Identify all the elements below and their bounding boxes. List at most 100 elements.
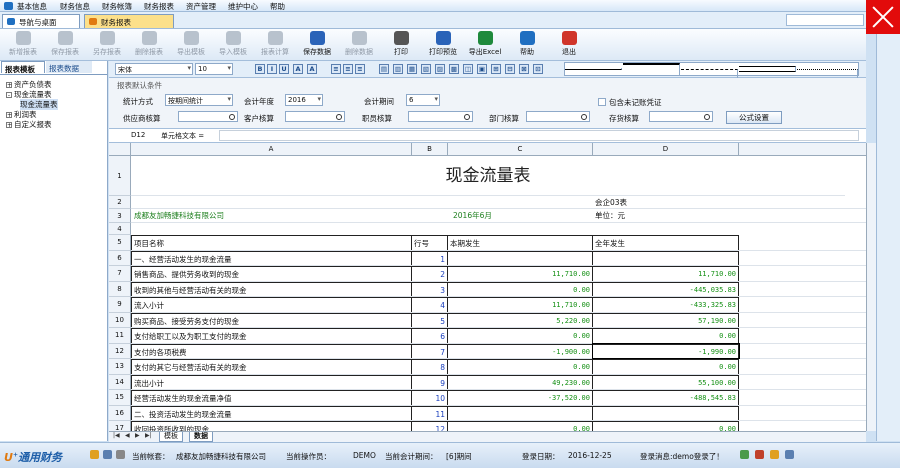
- row-header[interactable]: 8: [109, 281, 131, 297]
- last-sheet-icon[interactable]: ▶|: [145, 432, 152, 439]
- format-button-11[interactable]: ▧: [421, 64, 431, 74]
- table-cell[interactable]: 二、投资活动发生的现金流量: [131, 405, 412, 420]
- table-header-cell[interactable]: 本期发生: [448, 235, 593, 250]
- toolbar-button-7[interactable]: 保存数据: [296, 31, 338, 60]
- toolbar-button-11[interactable]: 导出Excel: [464, 31, 506, 60]
- table-cell[interactable]: [593, 250, 739, 265]
- format-button-9[interactable]: ▥: [393, 64, 403, 74]
- department-input[interactable]: [526, 111, 590, 122]
- row-header[interactable]: 12: [109, 343, 131, 359]
- format-button-12[interactable]: ▨: [435, 64, 445, 74]
- row-header[interactable]: 3: [109, 209, 131, 223]
- menu-finance-books[interactable]: 财务帐簿: [102, 1, 132, 12]
- table-cell[interactable]: 12: [412, 421, 448, 431]
- company-name[interactable]: 成都友加畅捷科技有限公司: [132, 209, 226, 222]
- table-cell[interactable]: 10: [412, 390, 448, 405]
- first-sheet-icon[interactable]: |◀: [113, 432, 120, 439]
- table-cell[interactable]: 支付给职工以及为职工支付的现金: [131, 328, 412, 343]
- top-search-input[interactable]: [786, 14, 864, 26]
- menu-finance-reports[interactable]: 财务报表: [144, 1, 174, 12]
- table-cell[interactable]: 支付的其它与经营活动有关的现金: [131, 359, 412, 374]
- table-cell[interactable]: 0.00: [448, 281, 593, 296]
- toolbar-button-2[interactable]: 另存报表: [86, 31, 128, 60]
- table-cell[interactable]: 57,190.00: [593, 312, 739, 327]
- report-title[interactable]: 现金流量表: [131, 156, 845, 196]
- column-b[interactable]: B: [412, 143, 448, 156]
- table-cell[interactable]: 购买商品、接受劳务支付的现金: [131, 312, 412, 327]
- table-cell[interactable]: 0.00: [448, 328, 593, 343]
- toolbar-button-0[interactable]: 新增报表: [2, 31, 44, 60]
- row-header[interactable]: 16: [109, 405, 131, 421]
- calendar-icon[interactable]: [103, 450, 112, 459]
- table-cell[interactable]: 49,230.00: [448, 374, 593, 389]
- format-button-19[interactable]: ⊡: [533, 64, 543, 74]
- menu-finance-info[interactable]: 财务信息: [60, 1, 90, 12]
- border-option[interactable]: [565, 68, 622, 70]
- row-header[interactable]: 17: [109, 421, 131, 431]
- tree-expander-icon[interactable]: +: [6, 82, 12, 89]
- menu-asset-management[interactable]: 资产管理: [186, 1, 216, 12]
- toolbar-button-6[interactable]: 报表计算: [254, 31, 296, 60]
- format-button-14[interactable]: ◫: [463, 64, 473, 74]
- table-cell[interactable]: 0.00: [593, 328, 739, 343]
- stat-method-select[interactable]: 按期间统计: [165, 94, 233, 106]
- tree-expander-icon[interactable]: +: [6, 112, 12, 119]
- row-header[interactable]: 2: [109, 196, 131, 209]
- table-cell[interactable]: 3: [412, 281, 448, 296]
- format-button-10[interactable]: ▦: [407, 64, 417, 74]
- format-button-13[interactable]: ▩: [449, 64, 459, 74]
- format-button-2[interactable]: U: [279, 64, 289, 74]
- table-cell[interactable]: 5,220.00: [448, 312, 593, 327]
- period-select[interactable]: 6: [406, 94, 440, 106]
- sheet-tab-data[interactable]: 数据: [189, 432, 213, 442]
- format-button-6[interactable]: ≡: [343, 64, 353, 74]
- close-icon[interactable]: [866, 0, 900, 34]
- toolbar-button-4[interactable]: 导出模板: [170, 31, 212, 60]
- border-option[interactable]: [739, 66, 796, 72]
- table-cell[interactable]: 收回投资所收到的现金: [131, 421, 412, 431]
- tree-expander-icon[interactable]: +: [6, 122, 12, 129]
- format-button-4[interactable]: A: [307, 64, 317, 74]
- supplier-input[interactable]: [178, 111, 238, 122]
- table-cell[interactable]: 一、经营活动发生的现金流量: [131, 250, 412, 265]
- row-header[interactable]: 9: [109, 297, 131, 313]
- table-cell[interactable]: 1: [412, 250, 448, 265]
- table-cell[interactable]: 11: [412, 405, 448, 420]
- table-cell[interactable]: 5: [412, 312, 448, 327]
- format-button-8[interactable]: ▤: [379, 64, 389, 74]
- row-header[interactable]: 15: [109, 390, 131, 406]
- tree-expander-icon[interactable]: -: [6, 92, 12, 99]
- table-cell[interactable]: 55,100.00: [593, 374, 739, 389]
- row-header[interactable]: 13: [109, 359, 131, 375]
- format-button-3[interactable]: A: [293, 64, 303, 74]
- format-button-5[interactable]: ≡: [331, 64, 341, 74]
- table-cell[interactable]: 7: [412, 343, 448, 358]
- settings-icon[interactable]: [116, 450, 125, 459]
- vertical-scrollbar[interactable]: [866, 143, 876, 431]
- toolbar-button-1[interactable]: 保存报表: [44, 31, 86, 60]
- table-cell[interactable]: 6: [412, 328, 448, 343]
- inventory-input[interactable]: [649, 111, 713, 122]
- form-code[interactable]: 会企03表: [593, 196, 629, 208]
- table-cell[interactable]: [448, 405, 593, 420]
- column-d[interactable]: D: [593, 143, 739, 156]
- row-header[interactable]: 4: [109, 223, 131, 235]
- tree-item[interactable]: + 自定义报表: [6, 119, 52, 130]
- table-cell[interactable]: 流出小计: [131, 374, 412, 389]
- column-c[interactable]: C: [448, 143, 593, 156]
- column-a[interactable]: A: [131, 143, 412, 156]
- table-cell[interactable]: [448, 250, 593, 265]
- toolbar-button-10[interactable]: 打印预览: [422, 31, 464, 60]
- format-button-15[interactable]: ▣: [477, 64, 487, 74]
- include-unposted-checkbox[interactable]: [598, 98, 606, 106]
- table-cell[interactable]: 8: [412, 359, 448, 374]
- font-size-select[interactable]: 10: [195, 63, 233, 75]
- toolbar-button-9[interactable]: 打印: [380, 31, 422, 60]
- row-header[interactable]: 5: [109, 235, 131, 251]
- staff-input[interactable]: [408, 111, 473, 122]
- table-cell[interactable]: 支付的各项税费: [131, 343, 412, 358]
- table-cell[interactable]: 0.00: [593, 421, 739, 431]
- format-button-18[interactable]: ⊠: [519, 64, 529, 74]
- table-cell[interactable]: 11,710.00: [448, 297, 593, 312]
- unit-label[interactable]: 单位：元: [593, 209, 627, 222]
